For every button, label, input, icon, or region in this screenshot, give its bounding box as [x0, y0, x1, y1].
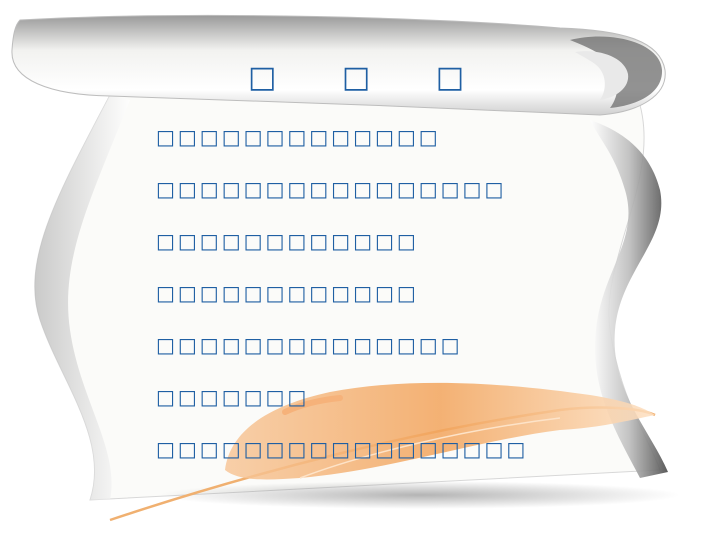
text-line: □□□□□□□□□□□□ [156, 281, 419, 305]
text-line: □□□□□□□□□□□□□ [156, 125, 441, 149]
slide-body: □□□□□□□□□□□□□ □□□□□□□□□□□□□□□□ □□□□□□□□□… [156, 122, 528, 486]
text-line: □□□□□□□□□□□□□□□□ [156, 177, 507, 201]
text-line: □□□□□□□□□□□□ [156, 229, 419, 253]
text-line: □□□□□□□□□□□□□□□□□ [156, 437, 529, 461]
text-line: □□□□□□□ [156, 385, 310, 409]
slide-title: □ □ □ [247, 60, 493, 95]
text-line: □□□□□□□□□□□□□□ [156, 333, 463, 357]
